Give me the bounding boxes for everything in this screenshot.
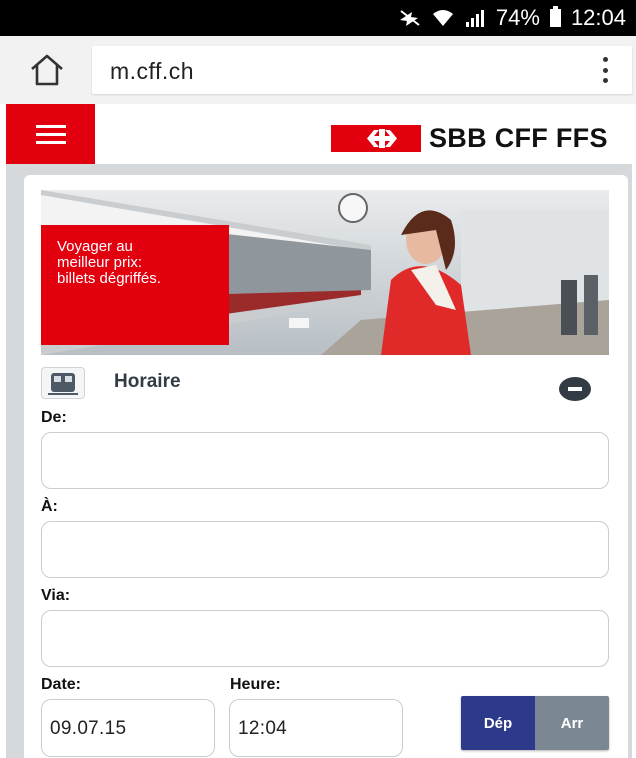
logo-wordmark: SBB CFF FFS [429,123,608,153]
status-icons: 74% 12:04 [398,0,626,36]
home-button[interactable] [28,52,66,88]
to-input[interactable] [42,522,608,577]
battery-icon [549,6,561,27]
time-value: 12:04 [238,718,288,739]
battery-percent: 74% [495,5,540,30]
from-input[interactable] [42,433,608,488]
via-field[interactable] [41,610,609,667]
via-label: Via: [41,587,71,604]
mute-icon [398,8,422,28]
from-field[interactable] [41,432,609,489]
time-field[interactable]: 12:04 [229,699,403,757]
train-icon [41,367,85,399]
departure-button[interactable]: Dép [461,696,535,750]
via-input[interactable] [42,611,608,666]
sbb-logo[interactable]: SBB CFF FFS [331,123,608,154]
promo-banner[interactable]: Voyager au meilleur prix: billets dégrif… [41,190,609,355]
address-bar[interactable]: m.cff.ch [92,46,632,94]
status-bar: 74% 12:04 [0,0,636,36]
collapse-icon[interactable] [559,377,591,401]
section-title: Horaire [114,371,181,392]
date-value: 09.07.15 [50,718,127,739]
swiss-rail-logo-icon [331,125,421,152]
to-label: À: [41,498,58,515]
wifi-icon [432,8,454,28]
menu-button[interactable] [6,104,95,164]
hamburger-icon [36,125,66,128]
to-field[interactable] [41,521,609,578]
timetable-header[interactable]: Horaire [41,363,609,403]
departure-arrival-toggle: Dép Arr [461,696,609,750]
from-label: De: [41,409,67,426]
promo-text: Voyager au meilleur prix: billets dégrif… [41,225,229,345]
date-field[interactable]: 09.07.15 [41,699,215,757]
url-text: m.cff.ch [110,58,195,84]
site-header: SBB CFF FFS [0,104,636,164]
browser-toolbar: m.cff.ch [0,36,636,105]
signal-icon [464,8,486,28]
time-label: Heure: [230,676,281,693]
clock: 12:04 [570,5,626,30]
date-label: Date: [41,676,82,693]
arrival-button[interactable]: Arr [535,696,609,750]
more-options-icon[interactable] [600,57,610,83]
home-icon [31,54,63,86]
